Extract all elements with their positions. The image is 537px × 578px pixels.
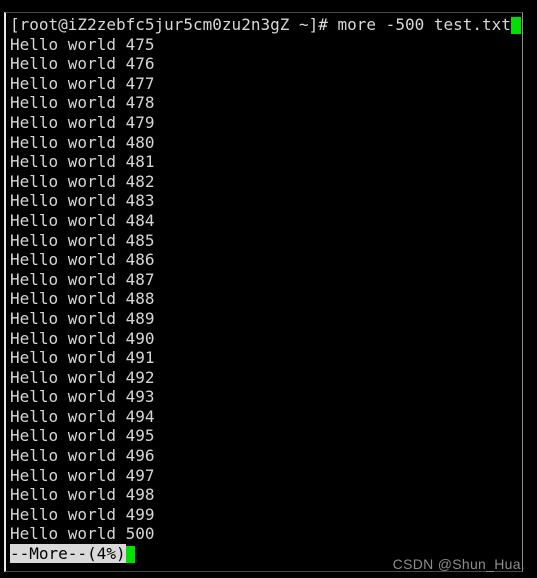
terminal-output-line: Hello world 484 [10, 210, 155, 230]
text-cursor [510, 17, 521, 34]
terminal-output-line: Hello world 477 [10, 73, 155, 93]
status-cursor [125, 546, 136, 564]
terminal-window[interactable]: [root@iZ2zebfc5jur5cm0zu2n3gZ ~]# more -… [4, 12, 523, 572]
terminal-output-line: Hello world 498 [10, 485, 155, 505]
more-status-label: --More--(4%) [10, 544, 126, 564]
watermark-text: CSDN @Shun_Hua. [392, 556, 525, 572]
terminal-output-line: Hello world 478 [10, 93, 155, 113]
terminal-output-line: Hello world 479 [10, 112, 155, 132]
terminal-output-line: Hello world 480 [10, 132, 155, 152]
terminal-output-line: Hello world 497 [10, 465, 155, 485]
terminal-output-line: Hello world 491 [10, 348, 155, 368]
terminal-output-line: Hello world 490 [10, 328, 155, 348]
terminal-output-line: Hello world 485 [10, 230, 155, 250]
terminal-output-line: Hello world 492 [10, 367, 155, 387]
terminal-output-line: Hello world 494 [10, 406, 155, 426]
terminal-prompt-line: [root@iZ2zebfc5jur5cm0zu2n3gZ ~]# more -… [10, 15, 522, 35]
terminal-output-line: Hello world 475 [10, 34, 155, 54]
terminal-output-line: Hello world 496 [10, 446, 155, 466]
terminal-output-line: Hello world 495 [10, 426, 155, 446]
terminal-output: Hello world 475 Hello world 476 Hello worl… [10, 35, 522, 544]
terminal-output-line: Hello world 499 [10, 504, 155, 524]
terminal-output-line: Hello world 483 [10, 191, 155, 211]
terminal-output-line: Hello world 489 [10, 308, 155, 328]
terminal-output-line: Hello world 482 [10, 171, 155, 191]
terminal-output-line: Hello world 500 [10, 524, 155, 544]
screenshot-root: [root@iZ2zebfc5jur5cm0zu2n3gZ ~]# more -… [0, 0, 537, 578]
terminal-output-line: Hello world 487 [10, 269, 155, 289]
terminal-output-line: Hello world 481 [10, 152, 155, 172]
terminal-output-line: Hello world 488 [10, 289, 155, 309]
terminal-screen[interactable]: [root@iZ2zebfc5jur5cm0zu2n3gZ ~]# more -… [6, 13, 522, 571]
terminal-output-line: Hello world 486 [10, 250, 155, 270]
prompt-text: [root@iZ2zebfc5jur5cm0zu2n3gZ ~]# more -… [10, 15, 511, 34]
terminal-output-line: Hello world 493 [10, 387, 155, 407]
terminal-output-line: Hello world 476 [10, 54, 155, 74]
